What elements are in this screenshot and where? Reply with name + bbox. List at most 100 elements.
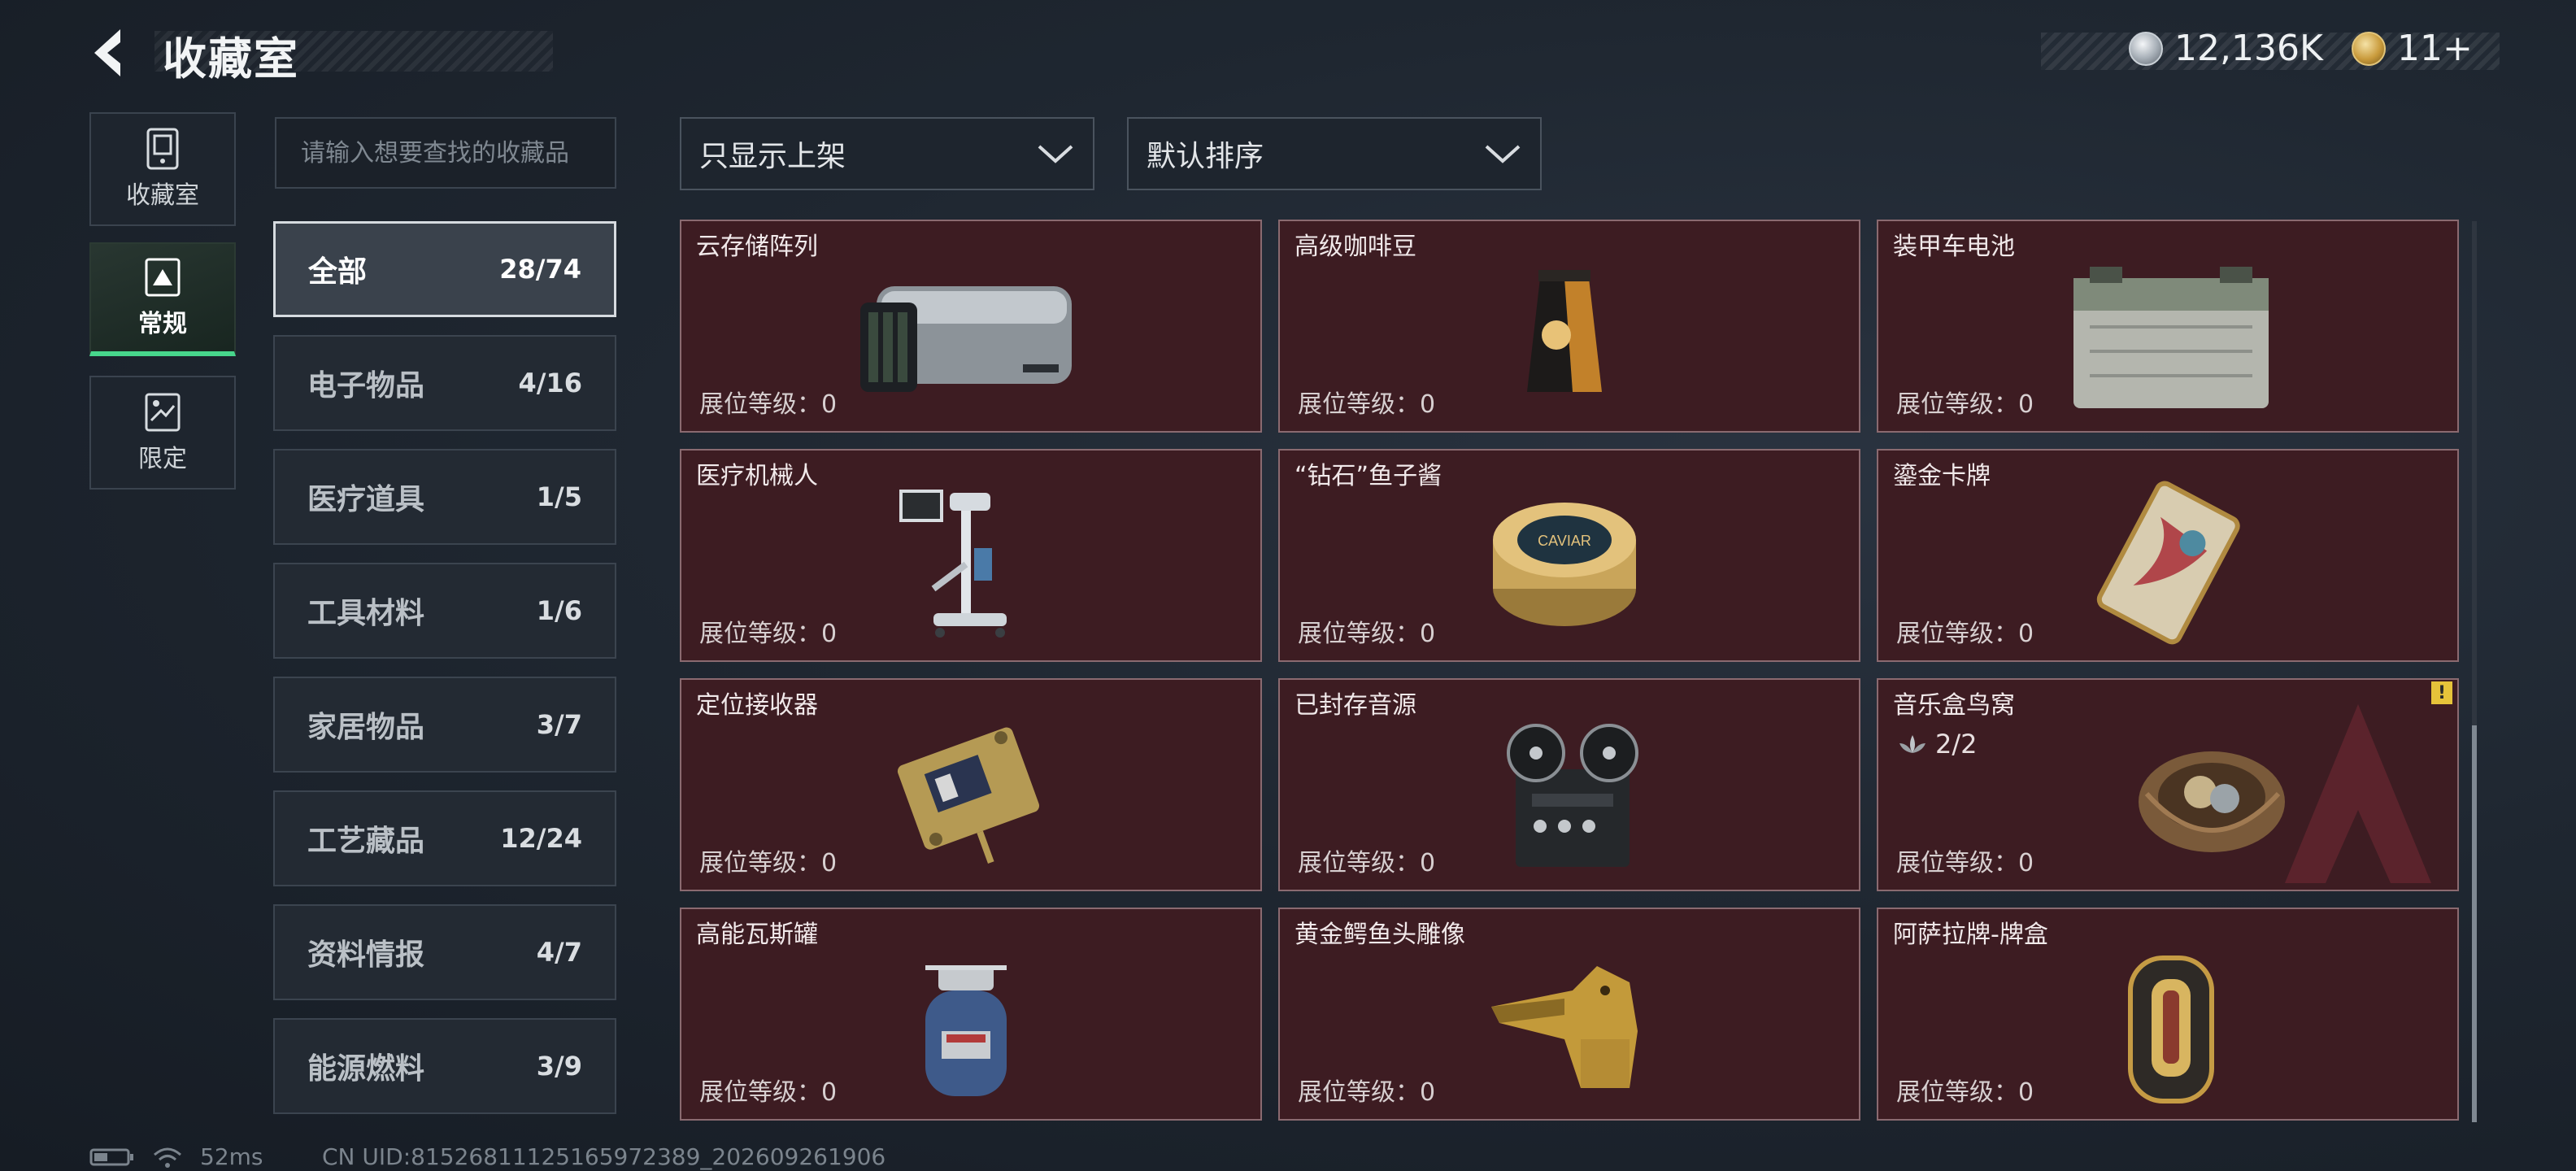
back-arrow-icon — [94, 29, 120, 76]
category-all[interactable]: 全部 28/74 — [273, 221, 616, 317]
item-level: 展位等级：0 — [699, 1078, 838, 1107]
category-name: 工具材料 — [307, 597, 425, 630]
gold-triangle-coin-icon — [2352, 31, 2386, 66]
regular-icon — [145, 258, 181, 297]
category-medical[interactable]: 医疗道具 1/5 — [273, 449, 616, 545]
gas-canister-icon — [925, 965, 1007, 1096]
category-count: 1/5 — [536, 481, 582, 512]
item-level: 展位等级：0 — [1298, 620, 1436, 648]
item-extra: 2/2 — [1896, 729, 1978, 760]
page-title: 收藏室 — [163, 33, 299, 85]
uid-text: CN UID:815268111251659723​89_20260926190… — [322, 1143, 886, 1170]
lotus-icon — [1899, 735, 1925, 753]
category-tools[interactable]: 工具材料 1/6 — [273, 563, 616, 659]
grid-scrollbar[interactable] — [2472, 221, 2477, 1122]
item-card[interactable]: 音乐盒鸟窝 2/2 ! 展位等级：0 — [1877, 678, 2459, 891]
item-name: 装甲车电池 — [1893, 233, 2015, 261]
item-level: 展位等级：0 — [1298, 849, 1436, 877]
category-name: 工艺藏品 — [307, 825, 425, 858]
category-name: 全部 — [308, 255, 368, 289]
back-button[interactable] — [85, 24, 146, 81]
item-level: 展位等级：0 — [1298, 390, 1436, 419]
silver-currency-value: 12,136K — [2174, 28, 2323, 69]
category-intel[interactable]: 资料情报 4/7 — [273, 904, 616, 1000]
category-count: 1/6 — [536, 595, 582, 626]
item-name: 医疗机械人 — [696, 462, 818, 490]
item-card[interactable]: 高级咖啡豆 展位等级：0 — [1278, 220, 1860, 433]
category-crafts[interactable]: 工艺藏品 12/24 — [273, 790, 616, 886]
chevron-down-icon — [1485, 145, 1521, 163]
item-card[interactable]: “钻石”鱼子酱 CAVIAR 展位等级：0 — [1278, 449, 1860, 662]
warning-badge: ! — [2431, 681, 2452, 704]
rail-label: 常规 — [138, 310, 187, 338]
item-name: 音乐盒鸟窝 — [1893, 691, 2015, 720]
battery-icon — [89, 1148, 133, 1165]
gilded-card-icon — [2096, 481, 2240, 645]
watermark-logo-icon — [2285, 704, 2431, 883]
collection-grid: 云存储阵列 展位等级：0 高级咖啡豆 展位等级：0 装甲车电池 展位等级：0 医… — [680, 220, 2461, 1122]
item-level: 展位等级：0 — [699, 390, 838, 419]
rail-limited[interactable]: 限定 — [89, 376, 236, 490]
golden-crocodile-statue-icon — [1491, 966, 1638, 1088]
silver-coin-icon — [2129, 31, 2163, 66]
medical-robot-icon — [899, 490, 1007, 638]
item-name: 定位接收器 — [696, 691, 818, 720]
item-name: 已封存音源 — [1295, 691, 1416, 720]
category-name: 家居物品 — [307, 711, 425, 744]
category-fuel[interactable]: 能源燃料 3/9 — [273, 1018, 616, 1114]
item-extra-count: 2/2 — [1935, 729, 1978, 760]
item-level: 展位等级：0 — [1896, 1078, 2034, 1107]
reel-to-reel-recorder-icon — [1507, 724, 1638, 867]
status-bar: 52ms — [89, 1143, 263, 1170]
category-count: 12/24 — [500, 823, 582, 854]
gold-currency[interactable]: 11+ — [2352, 28, 2473, 69]
item-name: 阿萨拉牌-牌盒 — [1893, 921, 2048, 949]
item-card[interactable]: 阿萨拉牌-牌盒 展位等级：0 — [1877, 908, 2459, 1121]
category-name: 医疗道具 — [307, 483, 425, 516]
item-card[interactable]: 高能瓦斯罐 展位等级：0 — [680, 908, 1262, 1121]
item-level: 展位等级：0 — [1896, 620, 2034, 648]
rail-collection-room[interactable]: 收藏室 — [89, 112, 236, 226]
filter-dropdown-label: 只显示上架 — [699, 140, 846, 173]
filter-dropdown[interactable]: 只显示上架 — [680, 117, 1094, 190]
gold-currency-value: 11+ — [2397, 28, 2473, 69]
header: 收藏室 12,136K 11+ — [0, 0, 2576, 106]
search-input[interactable] — [301, 138, 590, 168]
item-card[interactable]: 装甲车电池 展位等级：0 — [1877, 220, 2459, 433]
category-count: 3/7 — [536, 709, 582, 740]
item-name: “钻石”鱼子酱 — [1295, 462, 1442, 490]
item-name: 云存储阵列 — [696, 233, 818, 261]
category-name: 资料情报 — [307, 938, 425, 972]
item-card[interactable]: 云存储阵列 展位等级：0 — [680, 220, 1262, 433]
search-box[interactable] — [275, 117, 616, 189]
collection-room-icon — [146, 128, 179, 170]
item-name: 高能瓦斯罐 — [696, 921, 818, 949]
item-level: 展位等级：0 — [1896, 849, 2034, 877]
item-name: 鎏金卡牌 — [1893, 462, 1991, 490]
item-card[interactable]: 黄金鳄鱼头雕像 展位等级：0 — [1278, 908, 1860, 1121]
category-electronics[interactable]: 电子物品 4/16 — [273, 335, 616, 431]
scrollbar-thumb[interactable] — [2472, 725, 2477, 1122]
caviar-tin-text: CAVIAR — [1538, 533, 1591, 549]
silver-currency[interactable]: 12,136K — [2129, 28, 2323, 69]
item-level: 展位等级：0 — [1298, 1078, 1436, 1107]
item-card[interactable]: 已封存音源 展位等级：0 — [1278, 678, 1860, 891]
rail-label: 收藏室 — [126, 181, 199, 210]
armored-vehicle-battery-icon — [2073, 267, 2269, 408]
item-level: 展位等级：0 — [699, 620, 838, 648]
chevron-down-icon — [1038, 145, 1073, 163]
rail-regular[interactable]: 常规 — [89, 242, 236, 356]
cloud-storage-array-icon — [860, 286, 1072, 392]
item-level: 展位等级：0 — [699, 849, 838, 877]
item-level: 展位等级：0 — [1896, 390, 2034, 419]
category-household[interactable]: 家居物品 3/7 — [273, 677, 616, 773]
item-card[interactable]: 定位接收器 展位等级：0 — [680, 678, 1262, 891]
item-name: 黄金鳄鱼头雕像 — [1295, 921, 1465, 949]
item-card[interactable]: 鎏金卡牌 展位等级：0 — [1877, 449, 2459, 662]
rail-label: 限定 — [138, 445, 187, 473]
sort-dropdown[interactable]: 默认排序 — [1127, 117, 1542, 190]
card-box-icon — [2128, 956, 2214, 1104]
category-count: 4/7 — [536, 937, 582, 968]
wifi-icon — [154, 1147, 181, 1168]
item-card[interactable]: 医疗机械人 展位等级：0 — [680, 449, 1262, 662]
